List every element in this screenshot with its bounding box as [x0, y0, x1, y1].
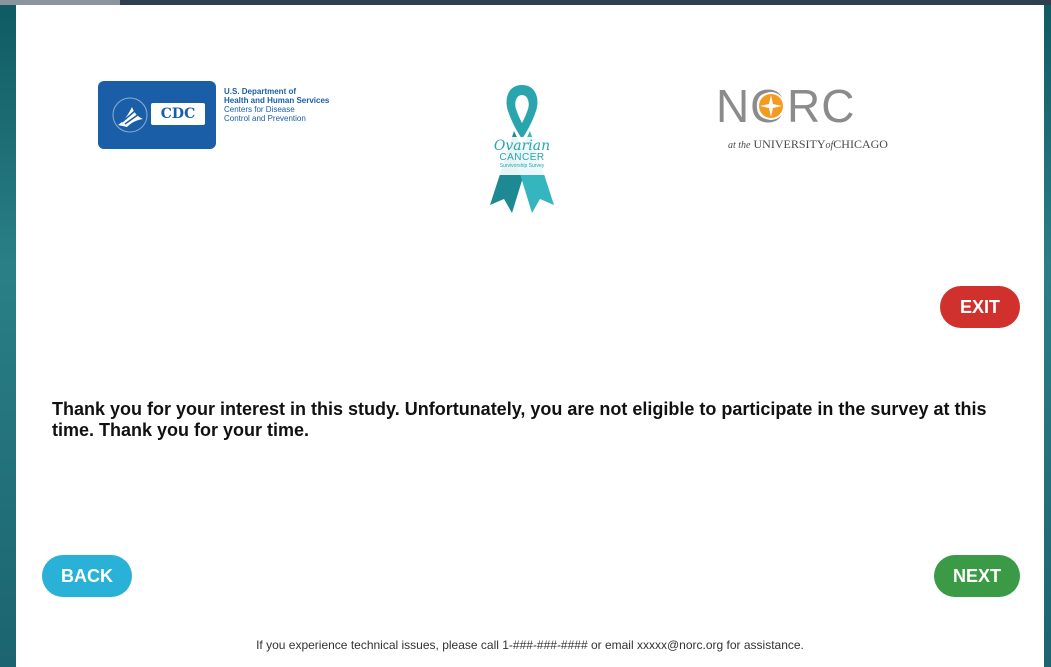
- norc-logo: NORC at the UNIVERSITYofCHICAGO: [716, 83, 976, 163]
- cdc-line-4: Control and Prevention: [224, 114, 306, 123]
- ribbon-line-2: CANCER: [499, 152, 545, 163]
- ovarian-cancer-ribbon-logo: Ovarian CANCER Survivorship Survey: [478, 81, 566, 221]
- norc-city: CHICAGO: [833, 137, 888, 151]
- cdc-line-3: Centers for Disease: [224, 105, 295, 114]
- ineligible-message: Thank you for your interest in this stud…: [52, 399, 987, 440]
- norc-prefix: at the: [728, 140, 751, 151]
- cdc-badge: CDC: [98, 81, 216, 149]
- back-button[interactable]: BACK: [42, 555, 132, 597]
- next-button[interactable]: NEXT: [934, 555, 1020, 597]
- cdc-line-2: Health and Human Services: [224, 96, 330, 105]
- norc-star-icon: [757, 92, 785, 120]
- exit-button[interactable]: EXIT: [940, 286, 1020, 328]
- cdc-wordmark: CDC: [151, 103, 205, 125]
- ribbon-text: Ovarian CANCER Survivorship Survey: [478, 139, 566, 169]
- cdc-logo: CDC U.S. Department of Health and Human …: [98, 81, 368, 156]
- support-footer: If you experience technical issues, plea…: [256, 638, 804, 652]
- survey-panel: CDC U.S. Department of Health and Human …: [16, 5, 1044, 667]
- ribbon-line-1: Ovarian: [493, 138, 551, 154]
- cdc-agency-text: U.S. Department of Health and Human Serv…: [224, 87, 374, 123]
- cdc-line-1: U.S. Department of: [224, 87, 297, 96]
- hhs-eagle-icon: [112, 97, 148, 133]
- ribbon-line-3: Survivorship Survey: [499, 163, 545, 169]
- norc-subtitle: at the UNIVERSITYofCHICAGO: [728, 137, 888, 152]
- norc-university: UNIVERSITY: [753, 137, 826, 151]
